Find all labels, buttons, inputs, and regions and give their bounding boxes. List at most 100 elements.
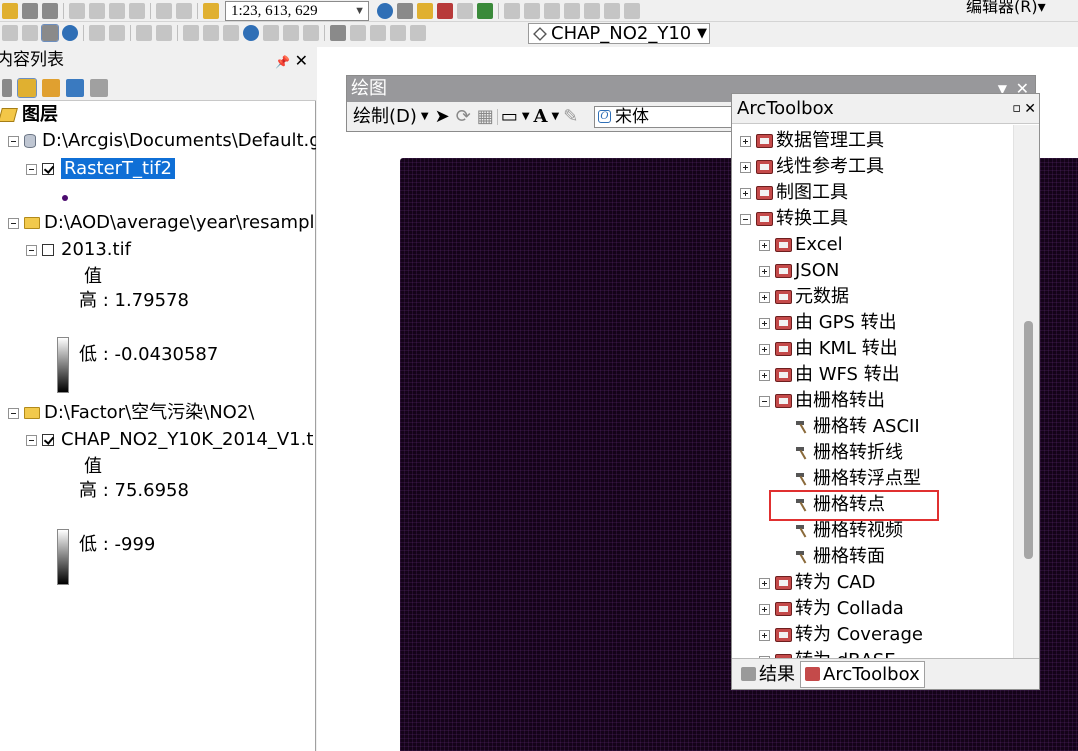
toolbox-item[interactable]: 转换工具 bbox=[740, 206, 848, 232]
arctoolbox-icon[interactable] bbox=[437, 2, 453, 19]
rotate-icon[interactable]: ⟳ bbox=[456, 102, 471, 132]
python-icon[interactable] bbox=[457, 2, 473, 19]
find-route-icon[interactable] bbox=[350, 25, 366, 41]
select-elements-arrow-icon[interactable]: ➤ bbox=[435, 102, 450, 132]
layers-root[interactable]: 图层 bbox=[0, 103, 58, 127]
collapse-icon[interactable] bbox=[740, 213, 751, 225]
pin-icon[interactable]: 📌 bbox=[275, 49, 290, 75]
collapse-icon[interactable] bbox=[759, 395, 770, 407]
tool-item[interactable]: 栅格转面 bbox=[794, 544, 885, 570]
create-viewer-icon[interactable] bbox=[410, 25, 426, 41]
expand-icon[interactable] bbox=[759, 317, 770, 329]
save-icon[interactable] bbox=[22, 2, 38, 19]
toolset-item[interactable]: JSON bbox=[759, 258, 839, 284]
toolset-item[interactable]: 由 KML 转出 bbox=[759, 336, 898, 362]
expand-icon[interactable] bbox=[759, 265, 770, 277]
editor-toolbar-icon[interactable] bbox=[377, 2, 393, 19]
layer-visibility-checkbox[interactable] bbox=[42, 244, 54, 256]
expand-icon[interactable] bbox=[759, 291, 770, 303]
toolset-item[interactable]: Excel bbox=[759, 232, 843, 258]
tool-item[interactable]: 栅格转 ASCII bbox=[794, 414, 920, 440]
toc-window-icon[interactable] bbox=[397, 2, 413, 19]
open-icon[interactable] bbox=[2, 2, 18, 19]
tab-results[interactable]: 结果 bbox=[736, 661, 800, 688]
cut-icon[interactable] bbox=[69, 2, 85, 19]
list-by-selection-icon[interactable] bbox=[66, 78, 84, 97]
toolset-item[interactable]: 由 GPS 转出 bbox=[759, 310, 897, 336]
layer-combo[interactable]: CHAP_NO2_Y10 ▼ bbox=[528, 23, 710, 44]
toolset-item[interactable]: 转为 CAD bbox=[759, 570, 875, 596]
endpoint-arc-icon[interactable] bbox=[564, 2, 580, 19]
toolset-item[interactable]: 由 WFS 转出 bbox=[759, 362, 900, 388]
toolset-item[interactable]: 转为 Collada bbox=[759, 596, 904, 622]
collapse-icon[interactable] bbox=[26, 244, 37, 256]
collapse-icon[interactable] bbox=[8, 407, 19, 419]
undo-icon[interactable] bbox=[156, 2, 172, 19]
toolset-item[interactable]: 转为 Coverage bbox=[759, 622, 923, 648]
tab-arctoolbox[interactable]: ArcToolbox bbox=[800, 660, 925, 688]
layer-visibility-checkbox[interactable] bbox=[42, 434, 54, 446]
redo-icon[interactable] bbox=[176, 2, 192, 19]
chevron-down-icon[interactable]: ▼ bbox=[421, 102, 429, 132]
layer-item[interactable]: RasterT_tif2 bbox=[26, 157, 175, 181]
maximize-icon[interactable]: ▫ bbox=[1012, 94, 1021, 124]
add-data-icon[interactable] bbox=[203, 2, 219, 19]
collapse-icon[interactable] bbox=[26, 163, 37, 175]
chevron-down-icon[interactable]: ▼ bbox=[552, 102, 560, 132]
attributes-icon[interactable] bbox=[604, 2, 620, 19]
expand-icon[interactable] bbox=[740, 161, 751, 173]
time-slider-icon[interactable] bbox=[390, 25, 406, 41]
source-item[interactable]: D:\Arcgis\Documents\Default.g bbox=[8, 129, 316, 153]
midpoint-icon[interactable] bbox=[584, 2, 600, 19]
toolbox-item[interactable]: 数据管理工具 bbox=[740, 128, 884, 154]
font-combo[interactable]: O 宋体 bbox=[594, 106, 734, 128]
chevron-down-icon[interactable]: ▼ bbox=[522, 102, 530, 132]
drawing-menu[interactable]: 绘制(D) bbox=[353, 102, 417, 132]
list-by-drawing-order-icon[interactable] bbox=[2, 78, 12, 97]
close-icon[interactable]: ✕ bbox=[295, 48, 308, 74]
sketch-tool-icon[interactable] bbox=[524, 2, 540, 19]
select-elements-icon[interactable] bbox=[223, 25, 239, 41]
toolbox-item[interactable]: 线性参考工具 bbox=[740, 154, 884, 180]
pan-hand-icon[interactable] bbox=[41, 24, 59, 42]
toolset-item[interactable]: 元数据 bbox=[759, 284, 849, 310]
collapse-icon[interactable] bbox=[8, 135, 19, 147]
layer-item[interactable]: 2013.tif bbox=[26, 238, 131, 262]
collapse-icon[interactable] bbox=[26, 434, 37, 446]
arctoolbox-titlebar[interactable]: ArcToolbox ▫ ✕ bbox=[732, 94, 1039, 124]
expand-icon[interactable] bbox=[759, 629, 770, 641]
full-extent-icon[interactable] bbox=[62, 25, 78, 41]
zoom-out-icon[interactable] bbox=[22, 25, 38, 41]
expand-icon[interactable] bbox=[759, 343, 770, 355]
modelbuilder-icon[interactable] bbox=[477, 2, 493, 19]
zoom-in-icon[interactable] bbox=[2, 25, 18, 41]
expand-icon[interactable] bbox=[740, 135, 751, 147]
options-icon[interactable] bbox=[90, 78, 108, 97]
tool-item[interactable]: 栅格转浮点型 bbox=[794, 466, 921, 492]
layer-name[interactable]: RasterT_tif2 bbox=[61, 158, 175, 179]
rectangle-icon[interactable]: ▭ bbox=[501, 102, 518, 132]
fixed-zoom-in-icon[interactable] bbox=[89, 25, 105, 41]
toolset-item[interactable]: 由栅格转出 bbox=[759, 388, 885, 414]
catalog-icon[interactable] bbox=[417, 2, 433, 19]
close-icon[interactable]: ✕ bbox=[1024, 94, 1036, 124]
sketch-properties-icon[interactable] bbox=[624, 2, 640, 19]
forward-arrow-icon[interactable] bbox=[156, 25, 172, 41]
identify-icon[interactable] bbox=[243, 25, 259, 41]
select-features-icon[interactable] bbox=[183, 25, 199, 41]
expand-icon[interactable] bbox=[759, 239, 770, 251]
tool-item[interactable]: 栅格转折线 bbox=[794, 440, 903, 466]
list-by-visibility-icon[interactable] bbox=[42, 78, 60, 97]
layer-item[interactable]: CHAP_NO2_Y10K_2014_V1.t bbox=[26, 428, 313, 452]
chevron-down-icon[interactable]: ▼ bbox=[697, 24, 707, 44]
find-icon[interactable] bbox=[330, 25, 346, 41]
expand-icon[interactable] bbox=[759, 369, 770, 381]
print-icon[interactable] bbox=[42, 2, 58, 19]
expand-icon[interactable] bbox=[759, 603, 770, 615]
back-arrow-icon[interactable] bbox=[136, 25, 152, 41]
edit-vertices-icon[interactable]: ✎ bbox=[563, 102, 578, 132]
tool-item[interactable]: 栅格转视频 bbox=[794, 518, 903, 544]
copy-icon[interactable] bbox=[89, 2, 105, 19]
map-scale-combo[interactable]: 1:23, 613, 629 ▼ bbox=[225, 0, 369, 21]
go-to-xy-icon[interactable] bbox=[370, 25, 386, 41]
